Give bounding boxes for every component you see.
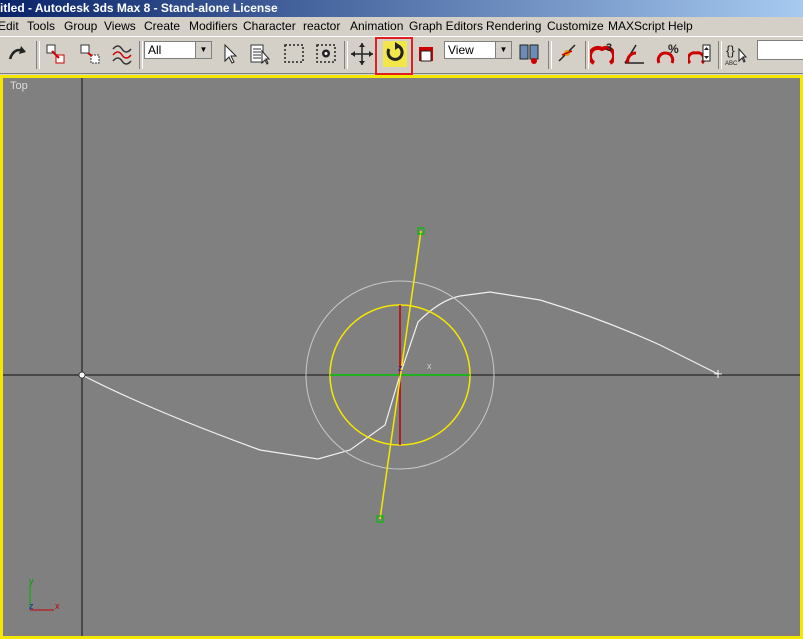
spline-start-vertex[interactable] (78, 371, 86, 379)
tripod-x-label: x (55, 601, 60, 611)
gizmo-axis-x-label: x (427, 361, 432, 371)
spline-end-vertex[interactable] (714, 370, 722, 378)
gizmo-axis-z-label: z (398, 363, 403, 373)
tripod-z-label: z (29, 601, 34, 611)
tripod-y-label: y (29, 576, 34, 586)
viewport-scene: x z y x z (3, 78, 800, 636)
